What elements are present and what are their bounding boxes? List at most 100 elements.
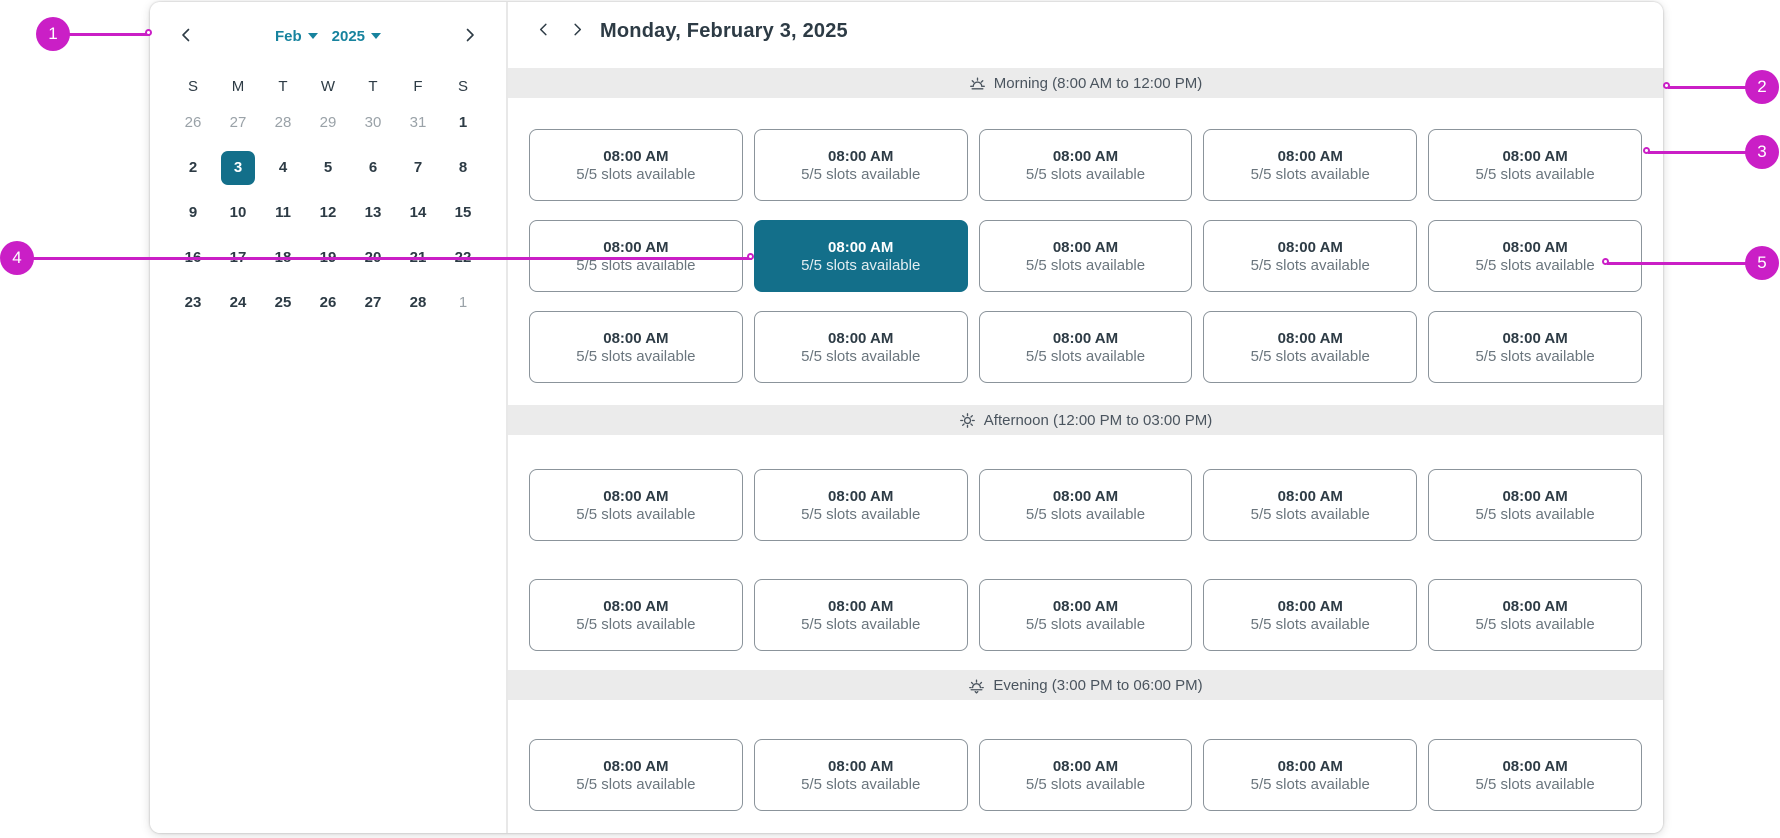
annotation-badge-2: 2 <box>1745 70 1779 104</box>
time-slot[interactable]: 08:00 AM 5/5 slots available <box>978 311 1193 383</box>
time-slot[interactable]: 08:00 AM 5/5 slots available <box>529 579 743 651</box>
slot-time: 08:00 AM <box>603 757 669 775</box>
slot-grid-afternoon: 08:00 AM 5/5 slots available 08:00 AM 5/5 s… <box>508 469 1663 651</box>
slot-availability: 5/5 slots available <box>1250 256 1370 274</box>
time-slot[interactable]: 08:00 AM 5/5 slots available <box>753 579 968 651</box>
calendar-day[interactable]: 22 <box>446 241 480 275</box>
calendar-day[interactable]: 26 <box>176 106 210 140</box>
slot-availability: 5/5 slots available <box>576 256 696 274</box>
time-slot[interactable]: 08:00 AM 5/5 slots available <box>978 220 1193 292</box>
calendar-day[interactable]: 9 <box>176 196 210 230</box>
calendar-day[interactable]: 19 <box>311 241 345 275</box>
slot-time: 08:00 AM <box>1502 487 1568 505</box>
calendar-next-month-button[interactable] <box>456 22 484 50</box>
slot-availability: 5/5 slots available <box>1250 505 1370 523</box>
calendar-day[interactable]: 15 <box>446 196 480 230</box>
calendar-day[interactable]: 16 <box>176 241 210 275</box>
weekday-label: T <box>278 77 288 95</box>
slot-availability: 5/5 slots available <box>801 775 921 793</box>
slot-availability: 5/5 slots available <box>1475 505 1595 523</box>
slot-grid-evening: 08:00 AM 5/5 slots available 08:00 AM 5/5 s… <box>508 739 1663 811</box>
slot-time: 08:00 AM <box>1502 757 1568 775</box>
calendar-day[interactable]: 7 <box>401 151 435 185</box>
next-day-button[interactable] <box>564 17 590 45</box>
calendar-day[interactable]: 2 <box>176 151 210 185</box>
calendar-day[interactable]: 28 <box>401 286 435 320</box>
calendar-day[interactable]: 24 <box>221 286 255 320</box>
calendar-day[interactable]: 12 <box>311 196 345 230</box>
time-slot[interactable]: 08:00 AM 5/5 slots available <box>753 739 968 811</box>
month-select[interactable]: Feb <box>275 28 318 45</box>
calendar-day[interactable]: 1 <box>446 106 480 140</box>
calendar-day[interactable]: 6 <box>356 151 390 185</box>
calendar-day[interactable]: 11 <box>266 196 300 230</box>
calendar-day[interactable]: 21 <box>401 241 435 275</box>
calendar-day[interactable]: 28 <box>266 106 300 140</box>
slot-availability: 5/5 slots available <box>1250 615 1370 633</box>
time-slot[interactable]: 08:00 AM 5/5 slots available <box>978 739 1193 811</box>
annotation-line-3 <box>1648 150 1762 154</box>
slot-availability: 5/5 slots available <box>1025 505 1146 523</box>
time-slot[interactable]: 08:00 AM 5/5 slots available <box>529 469 743 541</box>
calendar-day[interactable]: 18 <box>266 241 300 275</box>
section-header-evening: Evening (3:00 PM to 06:00 PM) <box>508 670 1663 700</box>
calendar-day[interactable]: 4 <box>266 151 300 185</box>
calendar-day[interactable]: 14 <box>401 196 435 230</box>
time-slot[interactable]: 08:00 AM 5/5 slots available <box>1203 579 1418 651</box>
time-slot[interactable]: 08:00 AM 5/5 slots available <box>529 739 743 811</box>
time-slot[interactable]: 08:00 AM 5/5 slots available <box>1203 220 1418 292</box>
sun-icon <box>959 412 976 429</box>
time-slot[interactable]: 08:00 AM 5/5 slots available <box>753 469 968 541</box>
time-slot[interactable]: 08:00 AM 5/5 slots available <box>978 469 1193 541</box>
time-slot[interactable]: 08:00 AM 5/5 slots available <box>1428 129 1642 201</box>
slot-availability: 5/5 slots available <box>1250 347 1370 365</box>
calendar-prev-month-button[interactable] <box>172 22 200 50</box>
section-header-morning: Morning (8:00 AM to 12:00 PM) <box>508 68 1663 98</box>
year-select[interactable]: 2025 <box>332 28 382 45</box>
annotation-badge-3: 3 <box>1745 135 1779 169</box>
calendar-day[interactable]: 8 <box>446 151 480 185</box>
slot-time: 08:00 AM <box>828 487 894 505</box>
time-slot-selected[interactable]: 08:00 AM 5/5 slots available <box>753 220 968 292</box>
slot-time: 08:00 AM <box>603 238 669 256</box>
time-slot[interactable]: 08:00 AM 5/5 slots available <box>1428 579 1642 651</box>
slot-time: 08:00 AM <box>1502 597 1568 615</box>
calendar-day[interactable]: 30 <box>356 106 390 140</box>
calendar-day[interactable]: 13 <box>356 196 390 230</box>
calendar-day[interactable]: 26 <box>311 286 345 320</box>
time-slot[interactable]: 08:00 AM 5/5 slots available <box>529 129 743 201</box>
slot-availability: 5/5 slots available <box>1025 615 1146 633</box>
time-slot[interactable]: 08:00 AM 5/5 slots available <box>1203 129 1418 201</box>
annotation-endpoint-dot-2 <box>1662 81 1670 89</box>
time-slot[interactable]: 08:00 AM 5/5 slots available <box>753 129 968 201</box>
calendar-day[interactable]: 20 <box>356 241 390 275</box>
slot-time: 08:00 AM <box>828 757 894 775</box>
time-slot[interactable]: 08:00 AM 5/5 slots available <box>1428 469 1642 541</box>
slot-time: 08:00 AM <box>828 147 894 165</box>
calendar-day-selected[interactable]: 3 <box>221 150 255 185</box>
time-slot[interactable]: 08:00 AM 5/5 slots available <box>1203 739 1418 811</box>
time-slot[interactable]: 08:00 AM 5/5 slots available <box>1203 469 1418 541</box>
calendar-day[interactable]: 27 <box>221 106 255 140</box>
time-slot[interactable]: 08:00 AM 5/5 slots available <box>529 311 743 383</box>
time-slot[interactable]: 08:00 AM 5/5 slots available <box>1428 739 1642 811</box>
calendar-day[interactable]: 17 <box>221 241 255 275</box>
calendar-day[interactable]: 10 <box>221 196 255 230</box>
time-slot[interactable]: 08:00 AM 5/5 slots available <box>1428 311 1642 383</box>
prev-day-button[interactable] <box>530 17 556 45</box>
time-slot[interactable]: 08:00 AM 5/5 slots available <box>529 220 743 292</box>
chevron-right-icon <box>570 22 585 40</box>
slot-availability: 5/5 slots available <box>801 165 921 183</box>
calendar-day[interactable]: 25 <box>266 286 300 320</box>
time-slot[interactable]: 08:00 AM 5/5 slots available <box>753 311 968 383</box>
calendar-day[interactable]: 27 <box>356 286 390 320</box>
calendar-day[interactable]: 29 <box>311 106 345 140</box>
calendar-day[interactable]: 31 <box>401 106 435 140</box>
calendar-day[interactable]: 1 <box>446 286 480 320</box>
time-slot[interactable]: 08:00 AM 5/5 slots available <box>1428 220 1642 292</box>
time-slot[interactable]: 08:00 AM 5/5 slots available <box>978 129 1193 201</box>
calendar-day[interactable]: 23 <box>176 286 210 320</box>
time-slot[interactable]: 08:00 AM 5/5 slots available <box>1203 311 1418 383</box>
calendar-day[interactable]: 5 <box>311 151 345 185</box>
time-slot[interactable]: 08:00 AM 5/5 slots available <box>978 579 1193 651</box>
